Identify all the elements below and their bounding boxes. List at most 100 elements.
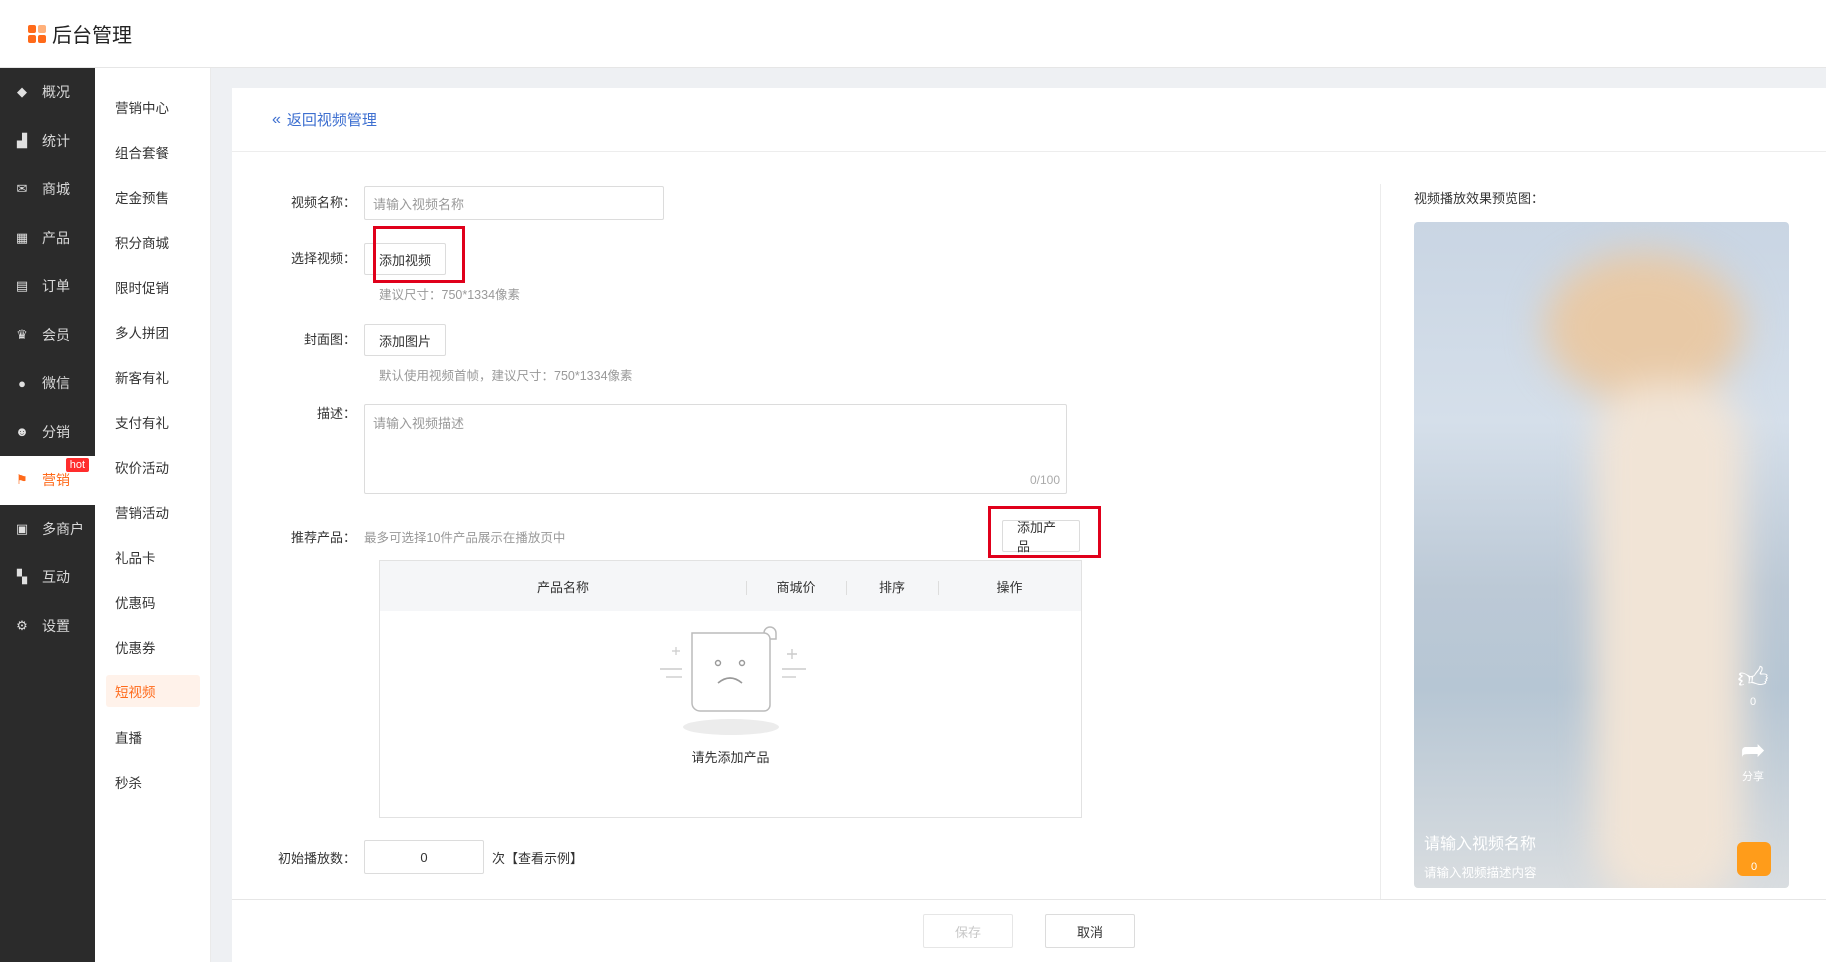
nav-item-marketing[interactable]: ⚑ 营销 hot (0, 456, 95, 505)
crown-icon: ♛ (16, 326, 28, 342)
preview-title: 请输入视频名称 (1424, 836, 1537, 853)
highlight-box (988, 506, 1101, 558)
description-row: 描述： 请输入视频描述 0/100 (272, 404, 1067, 494)
double-chevron-left-icon: « (272, 110, 281, 128)
nav-item-order[interactable]: ▤ 订单 (0, 262, 95, 311)
main-content: « 返回视频管理 视频名称： 请输入视频名称 选择视频： 添加视频 建议尺寸：7… (232, 88, 1826, 962)
empty-doc-icon (659, 626, 806, 735)
description-placeholder: 请输入视频描述 (373, 416, 465, 431)
col-sort: 排序 (846, 577, 938, 596)
initial-plays-label: 初始播放数： (277, 850, 356, 866)
share-action[interactable]: ➦ 分享 (1733, 734, 1773, 784)
nav-item-interaction[interactable]: ▚ 互动 (0, 553, 95, 602)
nav-item-stats[interactable]: ▟ 统计 (0, 117, 95, 166)
save-button[interactable]: 保存 (923, 914, 1013, 948)
subnav-item[interactable]: 支付有礼 (95, 399, 210, 444)
view-example-link[interactable]: 【查看示例】 (505, 848, 583, 867)
table-header: 产品名称 商城价 排序 操作 (380, 561, 1081, 611)
preview-image (1524, 232, 1764, 888)
video-name-row: 视频名称： 请输入视频名称 (272, 186, 664, 220)
initial-plays-input[interactable]: 0 (364, 840, 484, 874)
preview-side-actions: 👍︎ 0 ➦ 分享 (1733, 662, 1773, 810)
subnav-item[interactable]: 限时促销 (95, 264, 210, 309)
nav-item-overview[interactable]: ◆ 概况 (0, 68, 95, 117)
like-count: 0 (1749, 696, 1757, 708)
nav-item-multistore[interactable]: ▣ 多商户 (0, 505, 95, 554)
cancel-button[interactable]: 取消 (1045, 914, 1135, 948)
subnav-item[interactable]: 多人拼团 (95, 309, 210, 354)
nav-item-wechat[interactable]: ● 微信 (0, 359, 95, 408)
col-actions: 操作 (938, 577, 1081, 596)
people-icon: ▚ (17, 569, 27, 585)
description-textarea[interactable]: 请输入视频描述 0/100 (364, 404, 1067, 494)
subnav-item[interactable]: 优惠券 (95, 624, 210, 669)
apps-icon: ▦ (15, 229, 29, 245)
top-header: 后台管理 (0, 0, 1826, 68)
subnav-item[interactable]: 营销活动 (95, 489, 210, 534)
subnav-item[interactable]: 秒杀 (95, 759, 210, 804)
thumbs-up-icon: 👍︎ (1737, 662, 1769, 695)
share-label: 分享 (1742, 771, 1764, 783)
col-price: 商城价 (746, 577, 846, 596)
subnav-item[interactable]: 礼品卡 (95, 534, 210, 579)
chart-icon: ▟ (17, 132, 27, 148)
grid-logo-icon (28, 24, 46, 43)
nav-item-distribution[interactable]: ☻ 分销 (0, 408, 95, 457)
subnav-item[interactable]: 组合套餐 (95, 129, 210, 174)
secondary-nav: 营销中心 组合套餐 定金预售 积分商城 限时促销 多人拼团 新客有礼 支付有礼 … (95, 68, 211, 962)
hot-badge: hot (65, 458, 89, 472)
cover-hint: 默认使用视频首帧，建议尺寸：750*1334像素 (379, 369, 633, 383)
nav-item-settings[interactable]: ⚙ 设置 (0, 602, 95, 651)
layers-icon: ◆ (17, 84, 27, 100)
subnav-item[interactable]: 积分商城 (95, 219, 210, 264)
store-icon: ▣ (15, 520, 29, 536)
subnav-item[interactable]: 新客有礼 (95, 354, 210, 399)
flag-icon: ⚑ (16, 472, 28, 488)
cart-count: 0 (1750, 861, 1758, 873)
subnav-item[interactable]: 直播 (95, 714, 210, 759)
product-label: 推荐产品： (290, 530, 356, 545)
description-label: 描述： (316, 406, 356, 421)
subnav-item[interactable]: 营销中心 (95, 84, 210, 129)
mail-icon: ✉ (16, 181, 28, 197)
gear-icon: ⚙ (16, 617, 28, 633)
form-footer: 保存 取消 (232, 899, 1826, 962)
initial-plays-row: 初始播放数： 0 次 【查看示例】 (272, 840, 583, 874)
subnav-item[interactable]: 定金预售 (95, 174, 210, 219)
wechat-icon: ● (18, 375, 26, 391)
app-title: 后台管理 (52, 25, 132, 47)
cover-row: 封面图： 添加图片 (272, 324, 447, 356)
preview-description: 请输入视频描述内容 (1424, 866, 1537, 880)
primary-nav: ◆ 概况 ▟ 统计 ✉ 商城 ▦ 产品 ▤ 订单 ♛ 会员 ● 微信 ☻ 分销 ⚑ 营销 hot ▣… (0, 68, 95, 962)
empty-state: 请先添加产品 (380, 611, 1081, 819)
video-name-label: 视频名称： (290, 195, 356, 210)
video-size-hint: 建议尺寸：750*1334像素 (379, 288, 521, 302)
nav-item-member[interactable]: ♛ 会员 (0, 311, 95, 360)
subnav-item[interactable]: 优惠码 (95, 579, 210, 624)
product-table: 产品名称 商城价 排序 操作 请先添加产品 (379, 560, 1082, 818)
clipboard-icon: ▤ (15, 278, 29, 294)
like-action[interactable]: 👍︎ 0 (1733, 662, 1773, 708)
preview-label: 视频播放效果预览图： (1414, 191, 1545, 206)
char-counter: 0/100 (1029, 473, 1060, 487)
add-image-button[interactable]: 添加图片 (364, 324, 447, 356)
vertical-divider (1380, 184, 1381, 899)
empty-message: 请先添加产品 (691, 750, 770, 765)
subnav-item[interactable]: 砍价活动 (95, 444, 210, 489)
plays-unit: 次 (492, 850, 506, 866)
product-hint: 最多可选择10件产品展示在播放页中 (364, 531, 566, 545)
video-preview: 👍︎ 0 ➦ 分享 0 请输入视频名称 请输入视频描述内容 (1414, 222, 1789, 888)
product-row: 推荐产品： 最多可选择10件产品展示在播放页中 (272, 528, 565, 548)
share-arrow-icon: ➦ (1740, 734, 1766, 767)
highlight-box (373, 226, 465, 283)
shopping-bag-icon[interactable]: 0 (1737, 842, 1771, 876)
cover-label: 封面图： (303, 332, 356, 347)
nav-item-product[interactable]: ▦ 产品 (0, 214, 95, 263)
back-link[interactable]: « 返回视频管理 (232, 88, 1826, 152)
users-icon: ☻ (15, 424, 29, 440)
nav-item-mall[interactable]: ✉ 商城 (0, 165, 95, 214)
select-video-label: 选择视频： (290, 251, 356, 266)
video-name-input[interactable]: 请输入视频名称 (364, 186, 664, 220)
col-product-name: 产品名称 (536, 579, 589, 595)
subnav-item-short-video[interactable]: 短视频 (106, 675, 200, 707)
